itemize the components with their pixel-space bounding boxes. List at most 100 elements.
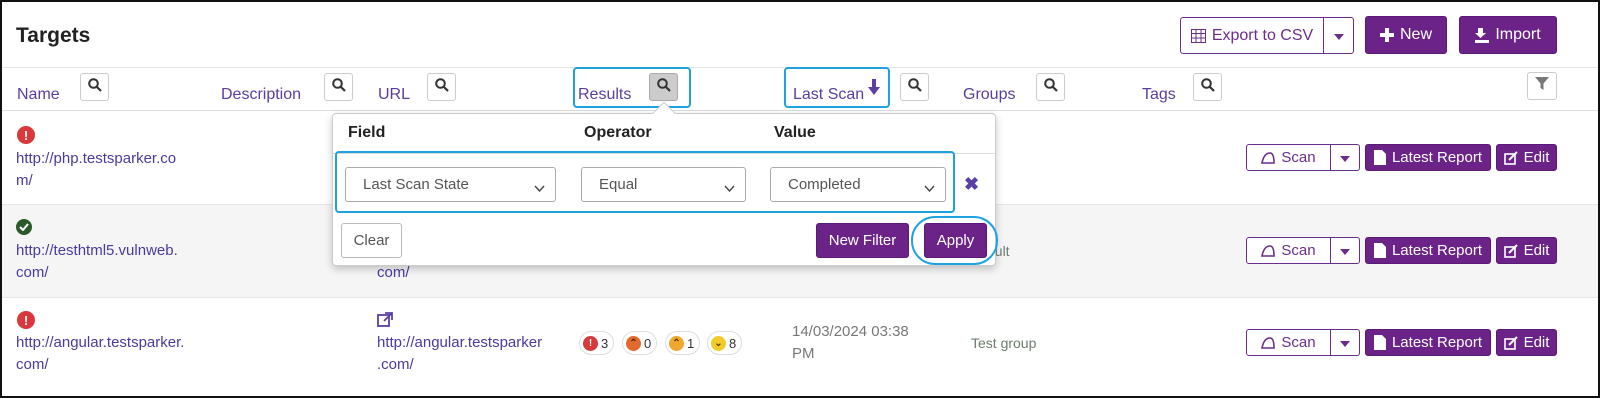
column-filter-toggle[interactable] [1527, 72, 1557, 100]
last-scan-search-button[interactable] [900, 73, 929, 101]
target-url-link[interactable]: http://angular.testsparker .com/ [377, 332, 562, 376]
caret-down-icon [1340, 242, 1350, 260]
target-name-link[interactable]: http://testhtml5.vulnweb. com/ [16, 240, 196, 284]
table-icon [1190, 28, 1206, 43]
link-line: http://testhtml5.vulnweb. [16, 242, 178, 259]
description-search-button[interactable] [324, 73, 353, 101]
column-results[interactable]: Results [578, 86, 631, 104]
chevron-up-icon: ⌃ [669, 335, 684, 351]
link-line: m/ [16, 172, 33, 189]
latest-report-button[interactable]: Latest Report [1365, 237, 1491, 264]
latest-report-button[interactable]: Latest Report [1365, 144, 1491, 171]
scan-dropdown-toggle[interactable] [1330, 237, 1360, 264]
low-count: 8 [729, 335, 737, 351]
column-description[interactable]: Description [221, 86, 301, 104]
scan-dropdown-toggle[interactable] [1330, 144, 1360, 171]
groups-search-button[interactable] [1036, 73, 1065, 101]
close-icon[interactable]: ✖ [964, 174, 979, 195]
group-text: Test group [971, 335, 1037, 351]
import-button[interactable]: Import [1459, 16, 1557, 54]
export-csv-button[interactable]: Export to CSV [1180, 17, 1324, 54]
search-icon [1043, 77, 1058, 97]
operator-header: Operator [584, 124, 652, 141]
value-select-value: Completed [788, 176, 861, 193]
link-line: .com/ [377, 356, 414, 373]
chevron-down-icon [724, 179, 735, 196]
value-header: Value [774, 124, 816, 141]
date-line: 14/03/2024 03:38 [792, 323, 909, 340]
column-name[interactable]: Name [17, 86, 60, 104]
scan-label: Scan [1281, 149, 1316, 166]
plus-icon [1379, 28, 1394, 42]
new-label: New [1399, 26, 1432, 43]
page-title: Targets [16, 24, 91, 47]
scan-button[interactable]: Scan [1246, 144, 1331, 171]
medium-count: 1 [687, 335, 695, 351]
scan-button[interactable]: Scan [1246, 329, 1331, 356]
search-icon [1200, 77, 1215, 97]
clear-button[interactable]: Clear [341, 223, 402, 258]
search-icon [656, 77, 671, 97]
field-select-value: Last Scan State [363, 176, 469, 193]
apply-highlight [911, 216, 998, 265]
name-search-button[interactable] [80, 73, 109, 101]
medium-count-badge: ⌃ 1 [665, 331, 701, 355]
field-header: Field [348, 124, 386, 141]
exclamation-icon: ! [17, 311, 35, 329]
target-name-link[interactable]: http://angular.testsparker. com/ [16, 332, 196, 376]
caret-down-icon [1340, 334, 1350, 352]
column-last-scan[interactable]: Last Scan [793, 86, 864, 104]
scan-dropdown-toggle[interactable] [1330, 329, 1360, 356]
operator-select[interactable]: Equal [581, 167, 746, 202]
import-label: Import [1495, 26, 1541, 43]
column-groups[interactable]: Groups [963, 86, 1015, 104]
url-search-button[interactable] [427, 73, 456, 101]
document-icon [1373, 335, 1386, 350]
high-count: 0 [644, 335, 652, 351]
column-url[interactable]: URL [378, 86, 410, 104]
targets-page: Targets Export to CSV New Import Name De… [0, 0, 1600, 398]
edit-button[interactable]: Edit [1496, 144, 1557, 171]
field-select[interactable]: Last Scan State [345, 167, 556, 202]
check-icon [16, 219, 32, 235]
export-dropdown-toggle[interactable] [1323, 17, 1354, 54]
last-scan-date: 14/03/2024 03:38 PM [792, 321, 942, 365]
target-name-link[interactable]: http://php.testsparker.co m/ [16, 148, 196, 192]
scan-icon [1261, 336, 1276, 349]
link-line: http://angular.testsparker. [16, 334, 185, 351]
critical-count: 3 [601, 335, 609, 351]
search-icon [907, 77, 922, 97]
link-line: http://angular.testsparker [377, 334, 543, 351]
new-target-button[interactable]: New [1365, 16, 1447, 54]
import-icon [1475, 27, 1490, 43]
link-line: com/ [16, 356, 49, 373]
edit-button[interactable]: Edit [1496, 329, 1557, 356]
scan-label: Scan [1281, 242, 1316, 259]
latest-report-label: Latest Report [1391, 334, 1483, 351]
latest-report-button[interactable]: Latest Report [1365, 329, 1491, 356]
edit-label: Edit [1523, 242, 1550, 259]
document-icon [1373, 243, 1386, 258]
export-csv-label: Export to CSV [1211, 26, 1314, 44]
external-link-icon[interactable] [377, 312, 393, 333]
link-line: http://php.testsparker.co [16, 150, 177, 167]
operator-select-value: Equal [599, 176, 638, 193]
edit-icon [1503, 335, 1518, 350]
arrow-down-icon [868, 79, 880, 100]
tags-search-button[interactable] [1193, 73, 1222, 101]
exclamation-icon: ! [583, 335, 598, 351]
search-icon [87, 77, 102, 97]
scan-button[interactable]: Scan [1246, 237, 1331, 264]
critical-count-badge: ! 3 [579, 331, 615, 355]
new-filter-button[interactable]: New Filter [816, 223, 909, 258]
search-icon [434, 77, 449, 97]
edit-button[interactable]: Edit [1496, 237, 1557, 264]
high-count-badge: ⌃ 0 [622, 331, 658, 355]
exclamation-icon: ! [17, 126, 35, 144]
value-select[interactable]: Completed [770, 167, 946, 202]
latest-report-label: Latest Report [1391, 149, 1483, 166]
document-icon [1373, 150, 1386, 165]
edit-label: Edit [1523, 149, 1550, 166]
column-tags[interactable]: Tags [1142, 86, 1176, 104]
results-search-button[interactable] [649, 73, 678, 101]
